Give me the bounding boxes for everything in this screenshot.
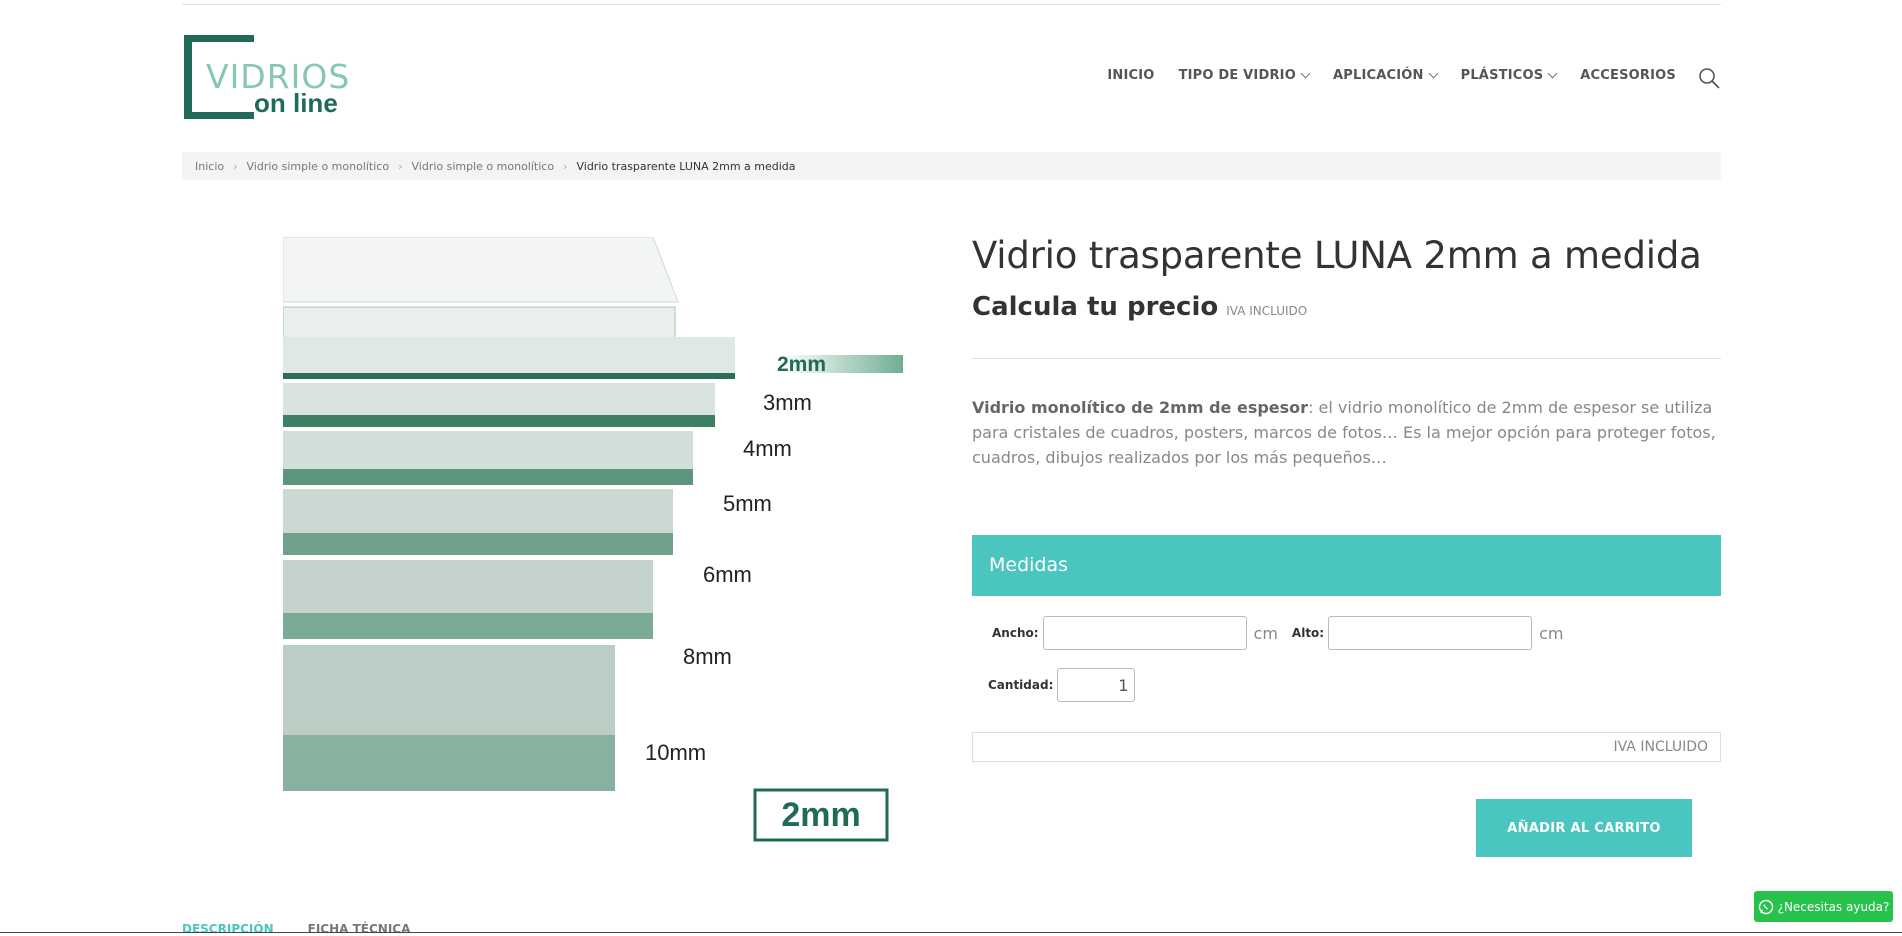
chevron-down-icon <box>1300 68 1311 79</box>
search-icon[interactable] <box>1697 66 1721 90</box>
product-tabs: DESCRIPCIÓN FICHA TÉCNICA <box>182 922 410 936</box>
chevron-down-icon <box>1547 68 1558 79</box>
dimensions-row: Ancho: cm Alto: cm <box>992 616 1564 650</box>
logo-frame-top <box>184 35 254 42</box>
product-title: Vidrio trasparente LUNA 2mm a medida <box>972 234 1702 277</box>
nav-item-label: PLÁSTICOS <box>1460 68 1544 83</box>
image-badge: 2mm <box>781 796 860 834</box>
product-image[interactable]: 2mm 3mm 4mm 5mm 6mm 8mm 10mm 2mm <box>282 236 913 852</box>
image-label-8mm: 8mm <box>683 644 732 669</box>
description-bold: Vidrio monolítico de 2mm de espesor <box>972 398 1309 418</box>
ancho-unit: cm <box>1253 623 1278 643</box>
image-label-10mm: 10mm <box>645 740 706 765</box>
breadcrumb-link-subcategory[interactable]: Vidrio simple o monolítico <box>412 160 555 173</box>
chevron-right-icon: › <box>398 159 403 173</box>
page-container: VIDRIOS on line INICIO TIPO DE VIDRIO AP… <box>182 0 1721 936</box>
product-description: Vidrio monolítico de 2mm de espesor: el … <box>972 395 1721 470</box>
logo-frame <box>184 35 192 119</box>
medidas-header: Medidas <box>972 535 1721 596</box>
image-label-4mm: 4mm <box>743 436 792 461</box>
whatsapp-help-button[interactable]: ¿Necesitas ayuda? <box>1754 891 1893 922</box>
alto-label: Alto: <box>1291 626 1325 640</box>
add-to-cart-button[interactable]: AÑADIR AL CARRITO <box>1476 799 1692 857</box>
total-bar: IVA INCLUIDO <box>972 732 1721 762</box>
alto-unit: cm <box>1539 623 1564 643</box>
image-label-2mm: 2mm <box>777 353 826 376</box>
divider <box>972 358 1721 360</box>
total-iva-note: IVA INCLUIDO <box>1613 739 1709 755</box>
tab-descripcion[interactable]: DESCRIPCIÓN <box>182 922 274 936</box>
nav-item-label: INICIO <box>1107 68 1155 83</box>
quantity-input[interactable] <box>1057 668 1136 702</box>
breadcrumb-current: Vidrio trasparente LUNA 2mm a medida <box>576 159 796 173</box>
breadcrumb: Inicio › Vidrio simple o monolítico › Vi… <box>182 152 1721 180</box>
whatsapp-icon <box>1758 899 1773 914</box>
logo-text-online: on line <box>254 88 338 118</box>
main-nav: INICIO TIPO DE VIDRIO APLICACIÓN PLÁSTIC… <box>1083 68 1676 83</box>
chevron-down-icon <box>1428 68 1439 79</box>
nav-item-inicio[interactable]: INICIO <box>1107 68 1154 83</box>
price-line: Calcula tu precio IVA INCLUIDO <box>972 292 1721 322</box>
cantidad-label: Cantidad: <box>988 678 1054 692</box>
tab-ficha-tecnica[interactable]: FICHA TÉCNICA <box>308 922 411 936</box>
ancho-label: Ancho: <box>992 626 1039 640</box>
price-heading: Calcula tu precio <box>972 292 1219 323</box>
top-divider <box>182 4 1721 5</box>
nav-item-accesorios[interactable]: ACCESORIOS <box>1580 68 1676 83</box>
nav-item-aplicacion[interactable]: APLICACIÓN <box>1332 68 1439 83</box>
quantity-row: Cantidad: <box>988 668 1136 702</box>
product-details: Vidrio trasparente LUNA 2mm a medida Cal… <box>972 234 1721 857</box>
help-label: ¿Necesitas ayuda? <box>1777 899 1890 914</box>
image-label-3mm: 3mm <box>763 390 812 415</box>
nav-item-label: APLICACIÓN <box>1332 68 1424 83</box>
breadcrumb-link-category[interactable]: Vidrio simple o monolítico <box>247 160 390 173</box>
breadcrumb-link-inicio[interactable]: Inicio <box>195 160 224 173</box>
nav-item-label: ACCESORIOS <box>1580 68 1676 83</box>
logo-frame-bottom <box>184 112 254 119</box>
ancho-input[interactable] <box>1042 616 1247 650</box>
chevron-right-icon: › <box>233 159 238 173</box>
medidas-title: Medidas <box>989 554 1069 576</box>
image-label-6mm: 6mm <box>703 562 752 587</box>
image-label-5mm: 5mm <box>723 491 772 516</box>
nav-item-label: TIPO DE VIDRIO <box>1178 68 1296 83</box>
alto-input[interactable] <box>1328 616 1533 650</box>
nav-item-tipo-de-vidrio[interactable]: TIPO DE VIDRIO <box>1178 68 1311 83</box>
nav-item-plasticos[interactable]: PLÁSTICOS <box>1460 68 1558 83</box>
site-logo[interactable]: VIDRIOS on line <box>184 35 354 123</box>
chevron-right-icon: › <box>563 159 568 173</box>
iva-note: IVA INCLUIDO <box>1226 304 1308 319</box>
